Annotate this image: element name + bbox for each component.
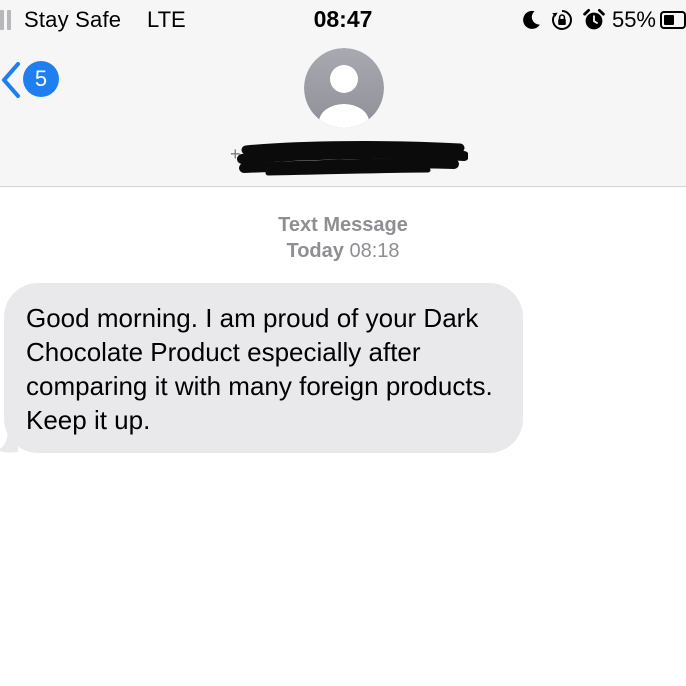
incoming-message-bubble[interactable]: Good morning. I am proud of your Dark Ch… bbox=[4, 283, 523, 453]
timestamp-time: 08:18 bbox=[349, 240, 400, 262]
moon-icon bbox=[520, 9, 542, 31]
battery-percentage: 55% bbox=[611, 7, 656, 32]
back-button[interactable]: 5 bbox=[0, 56, 70, 104]
status-icons: 55% bbox=[520, 6, 686, 34]
alarm-clock-icon bbox=[582, 8, 606, 32]
battery-icon bbox=[660, 11, 686, 29]
contact-avatar[interactable] bbox=[304, 48, 384, 128]
status-bar: Stay Safe LTE 08:47 55% bbox=[0, 0, 686, 40]
message-service-label: Text Message bbox=[278, 214, 408, 236]
message-timestamp: Today 08:18 bbox=[0, 240, 686, 263]
redaction-scribble bbox=[237, 141, 468, 176]
person-silhouette-icon bbox=[304, 48, 384, 128]
contact-name[interactable]: +22 bbox=[228, 140, 468, 178]
orientation-lock-icon bbox=[550, 8, 574, 32]
conversation-header: Stay Safe LTE 08:47 55% 5 +22 bbox=[0, 0, 686, 187]
unread-count-badge: 5 bbox=[23, 61, 59, 97]
timestamp-day: Today bbox=[286, 240, 344, 262]
chevron-left-icon bbox=[2, 62, 20, 98]
message-text: Good morning. I am proud of your Dark Ch… bbox=[26, 303, 493, 435]
battery-level-fill bbox=[664, 15, 674, 25]
